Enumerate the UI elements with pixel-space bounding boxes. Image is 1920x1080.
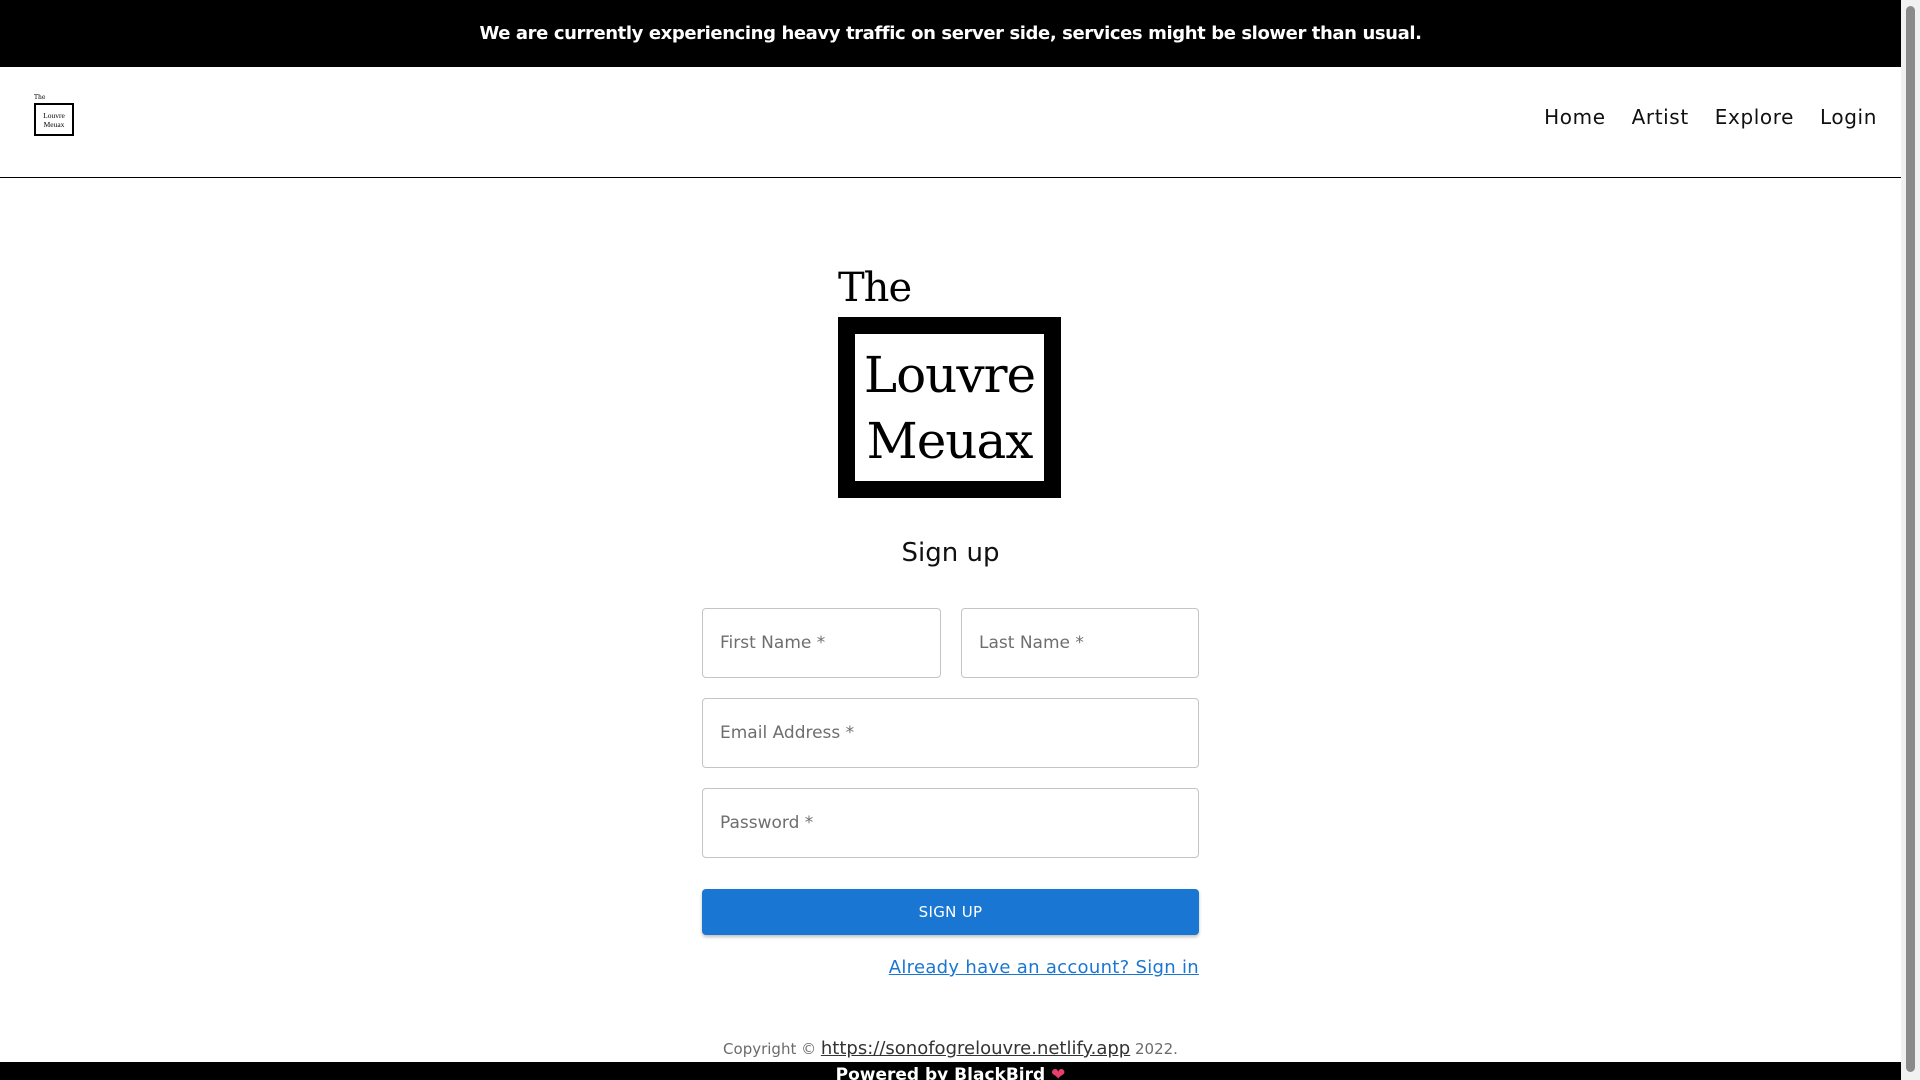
sign-up-button[interactable]: SIGN UP (702, 889, 1199, 935)
brand-logo: Louvre Meuax (838, 317, 1061, 498)
site-header: The Louvre Meuax Home Artist Explore Log… (0, 67, 1901, 178)
brand-logo-line2: Meuax (866, 411, 1034, 470)
header-logo-line2: Meuax (43, 119, 65, 129)
nav-explore[interactable]: Explore (1715, 105, 1794, 129)
footer-text: Powered by BlackBird (835, 1065, 1046, 1080)
brand-logo-line1: Louvre (863, 345, 1036, 404)
scrollbar-thumb[interactable] (1906, 6, 1915, 1072)
page-title: Sign up (901, 538, 1000, 568)
header-logo-line1: Louvre (43, 110, 65, 120)
email-field[interactable] (702, 698, 1199, 768)
announcement-text: We are currently experiencing heavy traf… (479, 23, 1422, 44)
page-scrollbar[interactable] (1901, 0, 1920, 1080)
viewport: We are currently experiencing heavy traf… (0, 0, 1901, 1080)
heart-icon: ❤ (1051, 1065, 1066, 1080)
copyright: Copyright © https://sonofogrelouvre.netl… (0, 1038, 1901, 1059)
copyright-prefix: Copyright © (723, 1040, 817, 1058)
copyright-year: 2022. (1135, 1040, 1178, 1058)
nav-home[interactable]: Home (1544, 105, 1605, 129)
nav-artist[interactable]: Artist (1632, 105, 1689, 129)
page: We are currently experiencing heavy traf… (0, 0, 1920, 1080)
password-field[interactable] (702, 788, 1199, 858)
main-nav: Home Artist Explore Login (1544, 105, 1877, 129)
last-name-field[interactable] (961, 608, 1199, 678)
header-logo[interactable]: The Louvre Meuax (33, 94, 75, 138)
nav-login[interactable]: Login (1820, 105, 1877, 129)
sign-in-link[interactable]: Already have an account? Sign in (889, 957, 1199, 978)
first-name-field[interactable] (702, 608, 941, 678)
copyright-link[interactable]: https://sonofogrelouvre.netlify.app (821, 1038, 1130, 1059)
brand-logo-the: The (838, 265, 912, 311)
header-logo-the: The (34, 94, 46, 101)
announcement-bar: We are currently experiencing heavy traf… (0, 0, 1901, 67)
footer-bar: Powered by BlackBird ❤ (0, 1062, 1901, 1080)
header-logo-box: Louvre Meuax (34, 103, 74, 136)
